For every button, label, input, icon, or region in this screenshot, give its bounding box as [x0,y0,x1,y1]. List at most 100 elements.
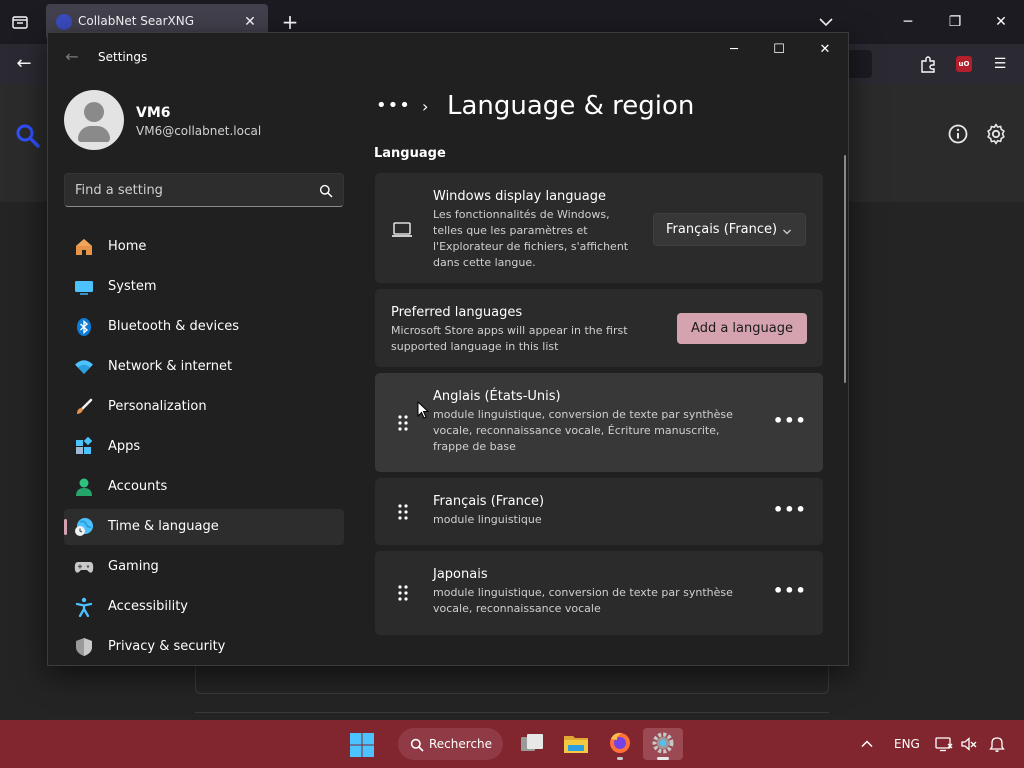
shield-icon [74,637,94,657]
sidebar-item-label: Bluetooth & devices [108,319,239,334]
home-icon [74,237,94,257]
card-description: Microsoft Store apps will appear in the … [391,324,628,353]
browser-back-button[interactable]: ← [12,52,36,76]
settings-app-icon[interactable] [643,728,683,760]
windows-start-icon[interactable] [349,732,375,758]
system-icon [74,277,94,297]
sidebar-item-gaming[interactable]: Gaming [64,549,344,585]
language-features: module linguistique, conversion de texte… [433,408,733,453]
time-language-icon [74,517,94,537]
sidebar-item-network[interactable]: Network & internet [64,349,344,385]
sidebar-item-label: Accounts [108,479,168,494]
divider [195,712,829,713]
taskbar: Recherche ENG [0,720,1024,768]
accessibility-icon [74,597,94,618]
maximize-button[interactable]: ☐ [756,33,802,67]
breadcrumb-chevron-icon: › [422,97,429,116]
gaming-icon [74,557,94,577]
network-status-icon[interactable] [935,735,953,753]
selection-indicator [64,519,67,535]
sidebar-item-privacy[interactable]: Privacy & security [64,629,344,665]
running-indicator [657,757,669,760]
browser-minimize-button[interactable]: ─ [896,10,920,34]
sidebar-item-accounts[interactable]: Accounts [64,469,344,505]
section-heading: Language [374,146,446,161]
sidebar-item-label: Network & internet [108,359,233,374]
language-item[interactable]: Japonais module linguistique, conversion… [375,551,823,635]
accounts-icon [74,477,94,497]
search-input[interactable] [65,174,315,206]
gear-icon[interactable] [984,122,1008,146]
language-item[interactable]: Français (France) module linguistique ••… [375,478,823,545]
sidebar-item-time-language[interactable]: Time & language [64,509,344,545]
browser-restore-button[interactable]: ❐ [943,10,967,34]
bluetooth-icon [74,317,94,337]
sidebar-item-apps[interactable]: Apps [64,429,344,465]
running-indicator [617,757,623,760]
more-options-button[interactable]: ••• [773,579,806,607]
more-options-button[interactable]: ••• [773,409,806,437]
window-title: Settings [98,50,148,64]
task-view-icon[interactable] [512,728,552,760]
new-tab-button[interactable]: + [278,10,302,34]
drag-handle-icon[interactable] [397,414,409,432]
sidebar-item-label: Privacy & security [108,639,226,654]
browser-close-button[interactable]: ✕ [989,10,1013,34]
searxng-favicon [56,14,72,30]
preferred-languages-card: Preferred languages Microsoft Store apps… [375,289,823,367]
sidebar-item-accessibility[interactable]: Accessibility [64,589,344,625]
tab-list-icon[interactable] [8,10,32,34]
add-language-button[interactable]: Add a language [677,313,807,344]
sidebar-item-bluetooth[interactable]: Bluetooth & devices [64,309,344,345]
input-language-indicator[interactable]: ENG [894,737,920,751]
back-arrow-icon[interactable]: ← [62,47,82,67]
laptop-icon [391,221,413,239]
taskbar-search-label: Recherche [429,737,493,751]
card-title: Windows display language [433,189,606,204]
scrollbar[interactable] [844,155,846,383]
sidebar-item-system[interactable]: System [64,269,344,305]
info-icon[interactable] [946,122,970,146]
taskbar-search[interactable]: Recherche [398,728,503,760]
page-title: Language & region [447,91,695,121]
sidebar-item-label: System [108,279,157,294]
card-title: Preferred languages [391,305,523,320]
sidebar-item-label: Apps [108,439,141,454]
chevron-down-icon[interactable] [814,12,838,32]
volume-muted-icon[interactable] [960,735,978,753]
personalization-icon [74,397,94,417]
sidebar-item-label: Gaming [108,559,159,574]
settings-window: ← Settings ─ ☐ ✕ VM6 VM6@collabnet.local… [47,32,849,666]
firefox-icon[interactable] [600,728,640,760]
search-icon[interactable] [319,183,333,198]
language-item[interactable]: Anglais (États-Unis) module linguistique… [375,373,823,472]
sidebar-item-label: Home [108,239,147,254]
sidebar-item-personalization[interactable]: Personalization [64,389,344,425]
drag-handle-icon[interactable] [397,503,409,521]
extensions-icon[interactable] [916,52,940,76]
sidebar-item-home[interactable]: Home [64,229,344,265]
display-language-dropdown[interactable]: Français (France) [653,213,806,246]
app-menu-icon[interactable]: ☰ [988,52,1012,76]
network-icon [74,357,94,377]
more-options-button[interactable]: ••• [773,498,806,526]
find-setting-box[interactable] [64,173,344,207]
file-explorer-icon[interactable] [556,728,596,760]
avatar-shoulders [78,126,110,142]
minimize-button[interactable]: ─ [711,33,757,67]
drag-handle-icon[interactable] [397,584,409,602]
notification-bell-icon[interactable] [988,735,1006,753]
breadcrumb-overflow[interactable]: ••• [376,95,411,116]
card-description: Les fonctionnalités de Windows, telles q… [433,208,629,269]
sidebar-item-label: Time & language [108,519,219,534]
close-button[interactable]: ✕ [802,33,848,67]
browser-tab-title: CollabNet SearXNG [78,14,195,28]
tab-close-icon[interactable]: ✕ [240,12,260,32]
language-name: Français (France) [433,494,545,509]
ublock-icon[interactable]: uO [956,56,972,72]
search-icon[interactable] [14,122,42,150]
chevron-up-icon[interactable] [860,736,874,750]
sidebar-item-label: Personalization [108,399,207,414]
language-features: module linguistique, conversion de texte… [433,586,733,615]
avatar[interactable] [64,90,124,150]
